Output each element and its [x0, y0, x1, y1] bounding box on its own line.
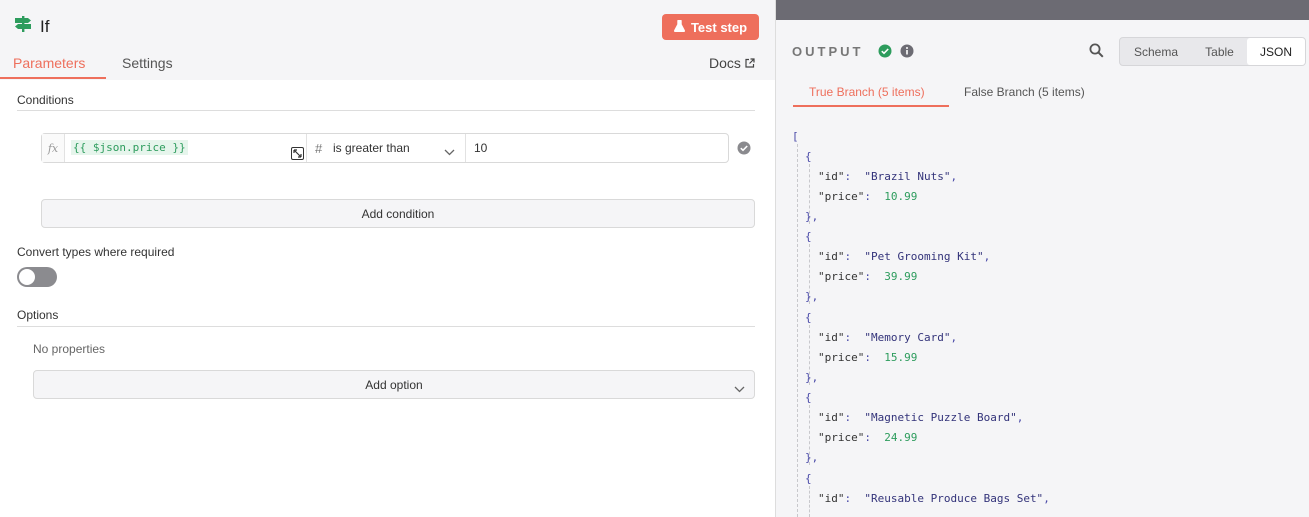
json-line: "id": "Brazil Nuts",	[818, 170, 958, 183]
output-title: OUTPUT	[792, 44, 864, 59]
view-mode-switcher: Schema Table JSON	[1119, 37, 1306, 66]
item-price-value: 10.99	[884, 190, 918, 203]
test-step-label: Test step	[690, 19, 748, 35]
external-link-icon	[745, 55, 755, 71]
flask-icon	[673, 19, 685, 35]
json-line: },	[805, 451, 819, 464]
item-price-value: 39.99	[884, 270, 918, 283]
view-mode-json[interactable]: JSON	[1247, 38, 1305, 65]
json-line: {	[805, 230, 812, 243]
test-step-button[interactable]: Test step	[662, 14, 759, 40]
active-branch-underline	[793, 105, 949, 107]
output-panel: OUTPUT Schema Table JSON True Branch (5 …	[775, 0, 1309, 517]
json-line: },	[805, 290, 819, 303]
panel-header: If Test step Parameters Settings Docs	[0, 0, 775, 80]
item-id-value: "Pet Grooming Kit"	[864, 250, 984, 263]
operator-label: is greater than	[333, 141, 410, 155]
add-condition-button[interactable]: Add condition	[41, 199, 755, 228]
item-id-value: "Brazil Nuts"	[864, 170, 951, 183]
search-icon[interactable]	[1089, 43, 1104, 63]
json-line: {	[805, 472, 812, 485]
docs-link[interactable]: Docs	[709, 55, 755, 71]
condition-right-value-input[interactable]: 10	[466, 134, 728, 162]
convert-types-toggle[interactable]	[17, 267, 57, 287]
check-circle-icon	[737, 141, 751, 160]
view-mode-table[interactable]: Table	[1192, 38, 1247, 65]
expression-mode-icon[interactable]: fx	[42, 134, 65, 162]
json-line: "id": "Memory Card",	[818, 331, 958, 344]
node-title: If	[14, 15, 49, 38]
json-line: "id": "Magnetic Puzzle Board",	[818, 411, 1024, 424]
item-id-value: "Magnetic Puzzle Board"	[864, 411, 1017, 424]
options-label: Options	[17, 308, 59, 322]
toggle-knob	[19, 269, 35, 285]
expand-editor-icon[interactable]	[291, 147, 304, 160]
condition-operator-select[interactable]: # is greater than	[307, 134, 466, 162]
json-line: {	[805, 391, 812, 404]
json-line: {	[805, 311, 812, 324]
convert-types-label: Convert types where required	[17, 245, 175, 259]
item-price-value: 15.99	[884, 351, 918, 364]
json-line: "price": 39.99	[818, 270, 918, 283]
node-title-text: If	[40, 16, 50, 36]
json-line: "id": "Reusable Produce Bags Set",	[818, 492, 1050, 505]
number-type-icon: #	[315, 140, 323, 156]
json-line: },	[805, 371, 819, 384]
json-line: "id": "Pet Grooming Kit",	[818, 250, 991, 263]
tab-false-branch[interactable]: False Branch (5 items)	[964, 85, 1085, 99]
indent-guide	[797, 144, 798, 517]
conditions-label: Conditions	[17, 93, 74, 107]
add-option-label: Add option	[365, 377, 423, 392]
json-line: "price": 24.99	[818, 431, 918, 444]
chevron-down-icon	[734, 382, 745, 396]
condition-left-value-input[interactable]: {{ $json.price }}	[65, 134, 307, 162]
success-check-icon	[878, 44, 892, 63]
json-line: {	[805, 150, 812, 163]
tab-bar: Parameters Settings Docs	[0, 46, 775, 80]
node-parameters-panel: If Test step Parameters Settings Docs Co…	[0, 0, 775, 517]
json-line: "price": 10.99	[818, 190, 918, 203]
view-mode-schema[interactable]: Schema	[1120, 38, 1192, 65]
json-line: [	[792, 130, 799, 143]
condition-row: fx {{ $json.price }} # is greater than 1…	[41, 133, 729, 163]
item-id-value: "Reusable Produce Bags Set"	[864, 492, 1044, 505]
add-option-dropdown[interactable]: Add option	[33, 370, 755, 399]
json-line: },	[805, 210, 819, 223]
signpost-icon	[14, 15, 32, 38]
active-tab-underline	[0, 77, 106, 79]
tab-settings[interactable]: Settings	[122, 55, 173, 71]
chevron-down-icon	[444, 143, 455, 161]
output-top-bar	[776, 0, 1309, 20]
json-line: "price": 15.99	[818, 351, 918, 364]
docs-link-label: Docs	[709, 55, 741, 71]
options-divider	[17, 326, 755, 327]
no-properties-text: No properties	[33, 342, 106, 356]
tab-true-branch[interactable]: True Branch (5 items)	[809, 85, 925, 99]
info-icon[interactable]	[900, 44, 914, 63]
conditions-divider	[17, 110, 755, 111]
item-id-value: "Memory Card"	[864, 331, 951, 344]
tab-parameters[interactable]: Parameters	[13, 55, 85, 71]
expression-text: {{ $json.price }}	[71, 140, 188, 155]
item-price-value: 24.99	[884, 431, 918, 444]
